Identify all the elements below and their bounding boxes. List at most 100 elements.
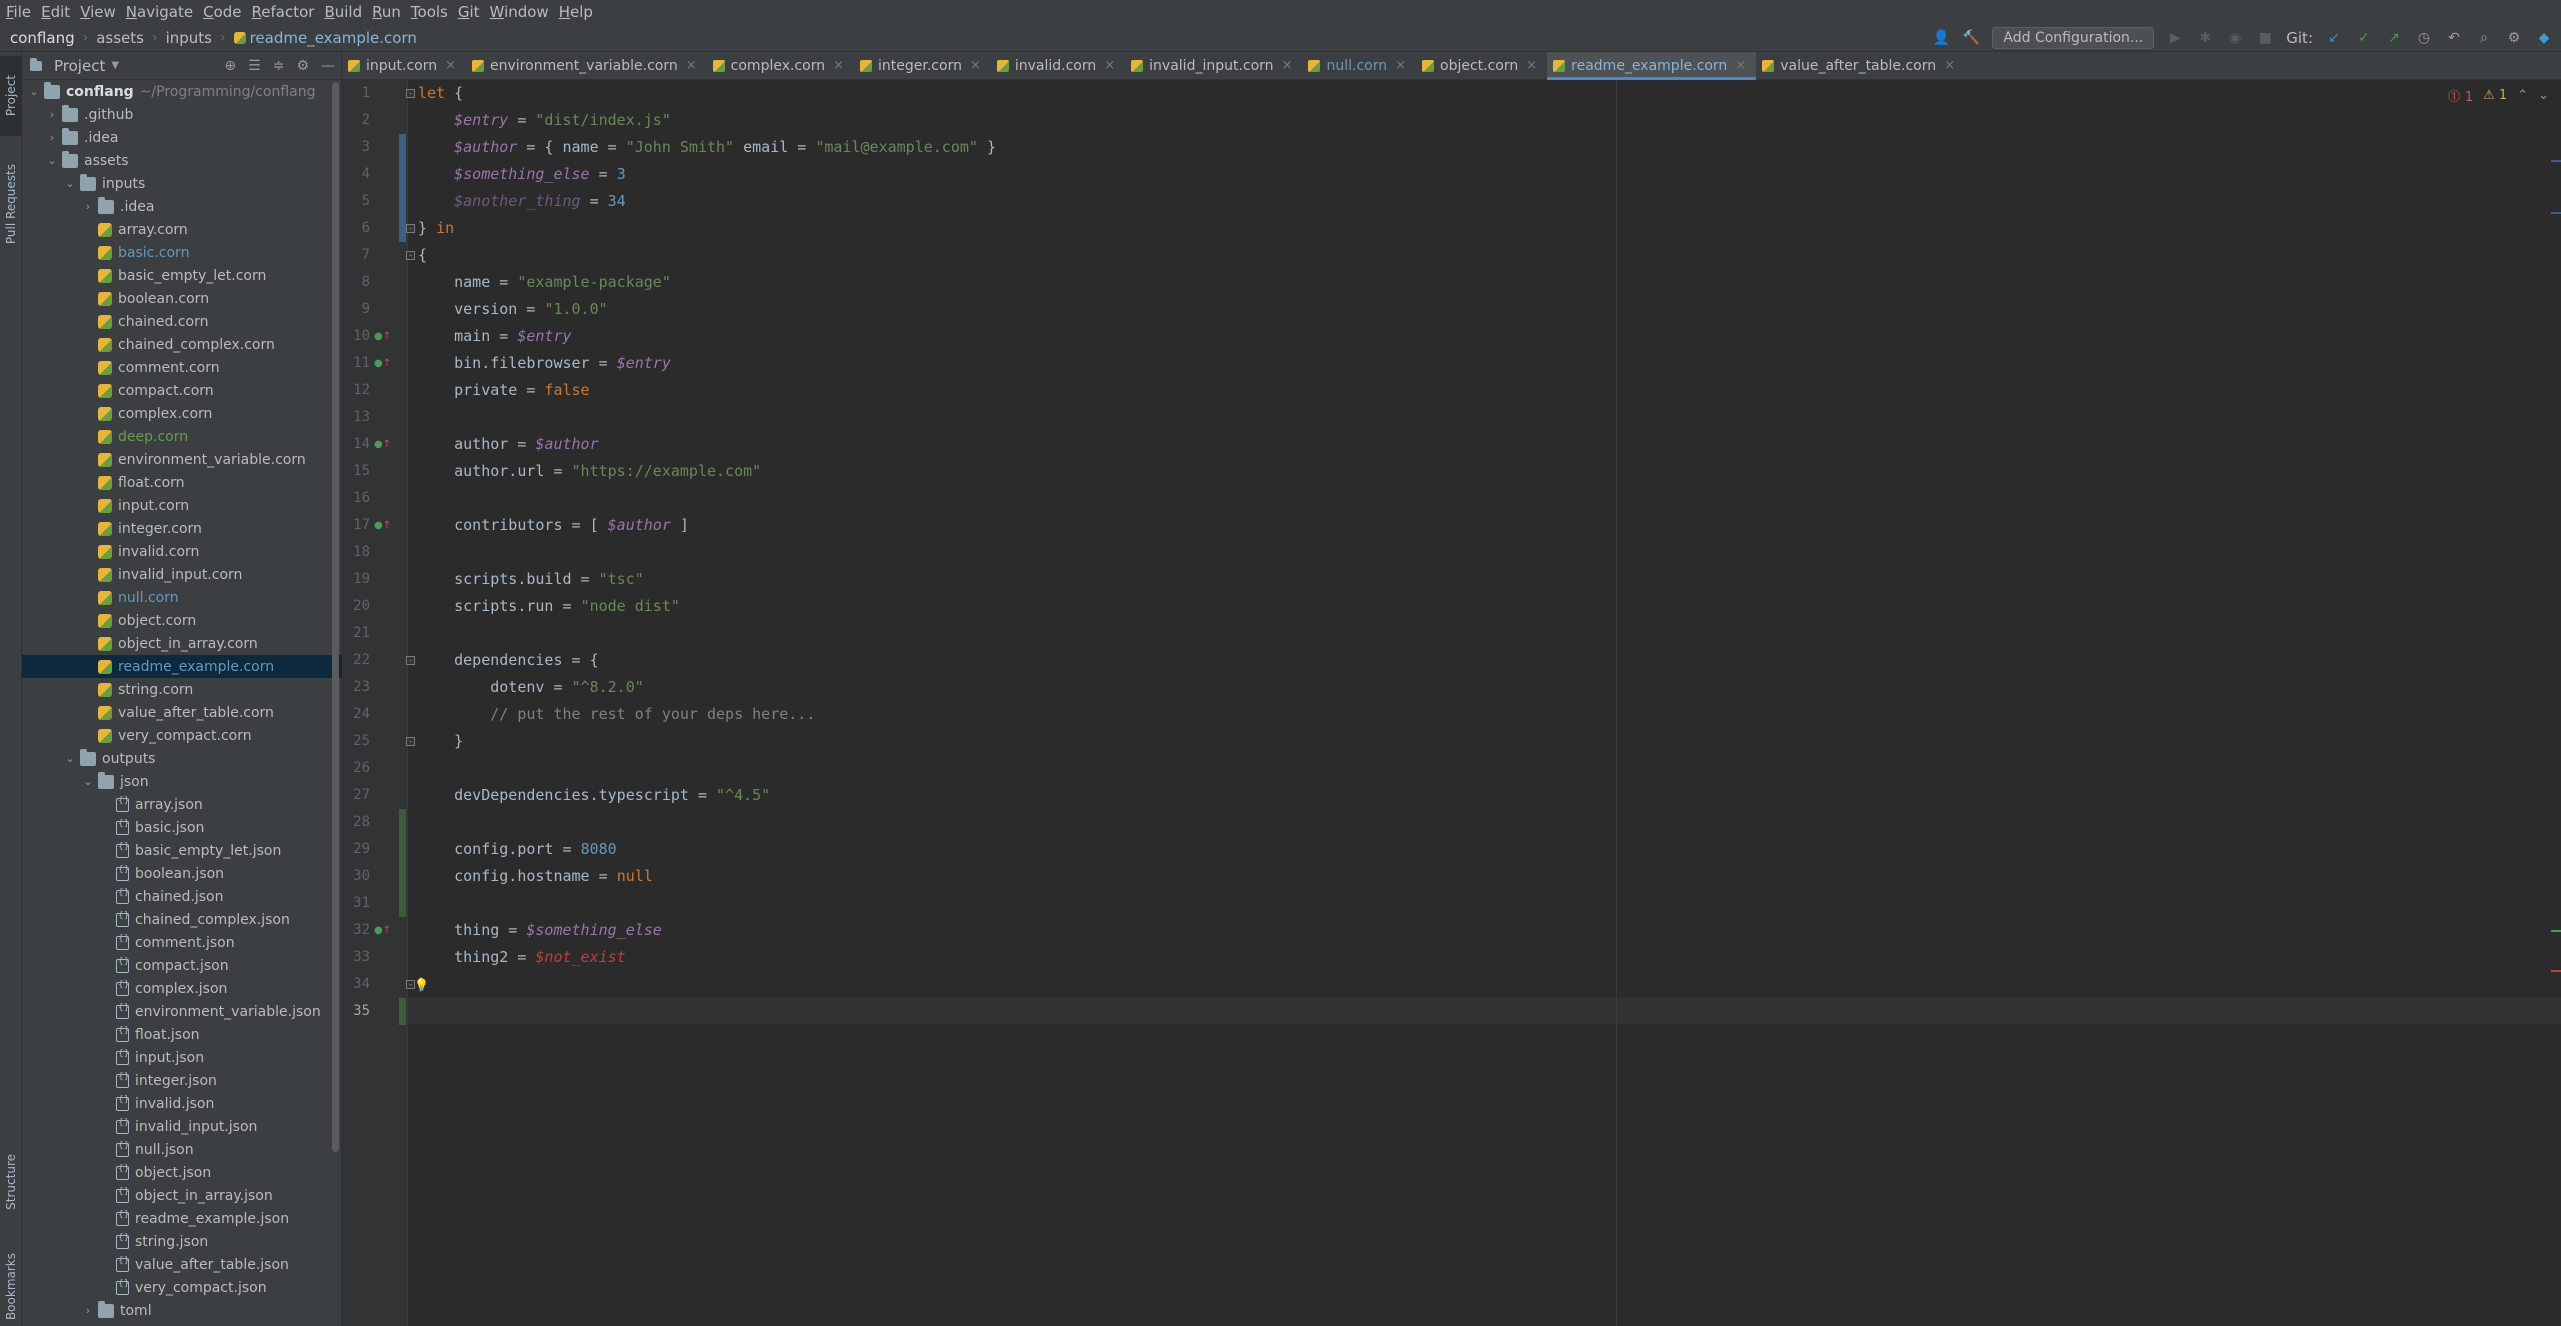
menu-navigate[interactable]: Navigate [126, 3, 199, 21]
hide-panel-icon[interactable]: — [321, 58, 335, 74]
tree-file[interactable]: basic_empty_let.corn [22, 264, 342, 287]
vcs-change-marker[interactable] [399, 134, 406, 215]
tree-folder[interactable]: ⌄ conflang ~/Programming/conflang [22, 80, 342, 103]
implemented-marker-icon[interactable]: ●↑ [374, 331, 391, 342]
stripe-mark[interactable] [2551, 970, 2561, 972]
tree-file[interactable]: deep.corn [22, 425, 342, 448]
tree-file[interactable]: null.json [22, 1138, 342, 1161]
tree-file[interactable]: object_in_array.corn [22, 632, 342, 655]
chevron-down-icon[interactable]: ▼ [111, 60, 119, 71]
menu-file[interactable]: File [6, 3, 37, 21]
tree-folder[interactable]: › .github [22, 103, 342, 126]
inspection-widget[interactable]: ⓵ 1 ⚠ 1 ⌃ ⌄ [2448, 86, 2549, 105]
user-icon[interactable]: 👤 [1932, 29, 1950, 47]
chevron-down-icon[interactable]: ⌄ [64, 177, 76, 190]
tree-file[interactable]: invalid.corn [22, 540, 342, 563]
menu-run[interactable]: Run [372, 3, 407, 21]
menu-code[interactable]: Code [203, 3, 247, 21]
tree-file[interactable]: input.json [22, 1046, 342, 1069]
tree-file[interactable]: null.corn [22, 586, 342, 609]
close-icon[interactable]: × [1395, 58, 1406, 73]
code-line[interactable]: $something_else = 3 [418, 161, 626, 188]
code-line[interactable]: version = "1.0.0" [418, 296, 608, 323]
tree-file[interactable]: compact.corn [22, 379, 342, 402]
chevron-right-icon[interactable]: › [46, 108, 58, 121]
menu-view[interactable]: View [80, 3, 122, 21]
code-line[interactable]: config.port = 8080 [418, 836, 617, 863]
code-line[interactable]: config.hostname = null [418, 863, 653, 890]
add-configuration-button[interactable]: Add Configuration... [1992, 27, 2155, 49]
collapse-all-icon[interactable]: ≑ [273, 58, 285, 74]
tree-file[interactable]: comment.corn [22, 356, 342, 379]
structure-tool-tab[interactable]: Structure [0, 1132, 22, 1232]
menu-help[interactable]: Help [559, 3, 599, 21]
implemented-marker-icon[interactable]: ●↑ [374, 439, 391, 450]
tree-folder[interactable]: ⌄ json [22, 770, 342, 793]
breadcrumb-inputs[interactable]: inputs [166, 29, 212, 47]
editor-tab[interactable]: readme_example.corn × [1547, 51, 1757, 80]
history-icon[interactable]: ◷ [2415, 29, 2433, 47]
settings-gear-icon[interactable]: ⚙ [2505, 29, 2523, 47]
tree-file[interactable]: environment_variable.corn [22, 448, 342, 471]
stripe-mark[interactable] [2551, 212, 2561, 214]
code-line[interactable]: // put the rest of your deps here... [418, 701, 815, 728]
code-editor[interactable]: 1 2 3 4 5 6 7 8 9 10 11 12 13 14 15 16 17 18 19 20 21 22 23 24 2… [342, 80, 2561, 1326]
tree-file[interactable]: readme_example.json [22, 1207, 342, 1230]
vcs-change-marker[interactable] [399, 215, 406, 242]
rollback-icon[interactable]: ↶ [2445, 29, 2463, 47]
menu-window[interactable]: Window [490, 3, 555, 21]
tree-file[interactable]: float.corn [22, 471, 342, 494]
tree-folder[interactable]: › toml [22, 1299, 342, 1322]
tree-file[interactable]: very_compact.corn [22, 724, 342, 747]
tree-file[interactable]: chained.corn [22, 310, 342, 333]
editor-tab[interactable]: invalid.corn × [991, 52, 1125, 80]
editor-tab[interactable]: object.corn × [1416, 52, 1547, 80]
code-line[interactable]: thing2 = $not_exist [418, 944, 626, 971]
project-panel-title[interactable]: Project [54, 57, 105, 75]
tree-file[interactable]: array.json [22, 793, 342, 816]
code-line[interactable]: private = false [418, 377, 589, 404]
tree-folder[interactable]: ⌄ inputs [22, 172, 342, 195]
tree-file[interactable]: object.corn [22, 609, 342, 632]
tree-file[interactable]: readme_example.corn [22, 655, 342, 678]
code-line[interactable]: } in [418, 215, 454, 242]
chevron-right-icon[interactable]: › [82, 1304, 94, 1317]
tree-folder[interactable]: › .idea [22, 195, 342, 218]
fold-toggle-icon[interactable]: - [406, 251, 415, 260]
tree-file[interactable]: basic_empty_let.json [22, 839, 342, 862]
code-line[interactable]: bin.filebrowser = $entry [418, 350, 671, 377]
editor-tab[interactable]: complex.corn × [707, 52, 854, 80]
tree-file[interactable]: compact.json [22, 954, 342, 977]
editor-tab[interactable]: environment_variable.corn × [466, 52, 707, 80]
git-push-icon[interactable]: ↗ [2385, 29, 2403, 47]
tree-folder[interactable]: › .idea [22, 126, 342, 149]
vcs-change-marker[interactable] [399, 998, 406, 1025]
editor-tab[interactable]: value_after_table.corn × [1756, 52, 1965, 80]
tree-file[interactable]: value_after_table.json [22, 1253, 342, 1276]
code-line[interactable]: thing = $something_else [418, 917, 662, 944]
tree-file[interactable]: boolean.corn [22, 287, 342, 310]
lightbulb-icon[interactable]: 💡 [414, 978, 429, 992]
editor-tab[interactable]: integer.corn × [854, 52, 991, 80]
breadcrumb-file[interactable]: readme_example.corn [233, 29, 417, 47]
close-icon[interactable]: × [1104, 58, 1115, 73]
tree-file[interactable]: comment.json [22, 931, 342, 954]
tree-file[interactable]: basic.corn [22, 241, 342, 264]
code-line[interactable]: dependencies = { [418, 647, 599, 674]
close-icon[interactable]: × [1735, 58, 1746, 73]
tree-file[interactable]: invalid_input.corn [22, 563, 342, 586]
code-line[interactable]: scripts.run = "node dist" [418, 593, 680, 620]
editor-tab[interactable]: input.corn × [342, 52, 466, 80]
breadcrumb-project[interactable]: conflang [10, 29, 75, 47]
tree-file[interactable]: complex.json [22, 977, 342, 1000]
editor-tab[interactable]: invalid_input.corn × [1125, 52, 1302, 80]
breadcrumb-assets[interactable]: assets [96, 29, 144, 47]
code-line[interactable]: $author = { name = "John Smith" email = … [418, 134, 996, 161]
tree-file[interactable]: chained.json [22, 885, 342, 908]
tree-file[interactable]: object.json [22, 1161, 342, 1184]
close-icon[interactable]: × [445, 58, 456, 73]
tree-file[interactable]: basic.json [22, 816, 342, 839]
stripe-mark[interactable] [2551, 930, 2561, 932]
code-line[interactable]: { [418, 242, 427, 269]
menu-build[interactable]: Build [324, 3, 368, 21]
